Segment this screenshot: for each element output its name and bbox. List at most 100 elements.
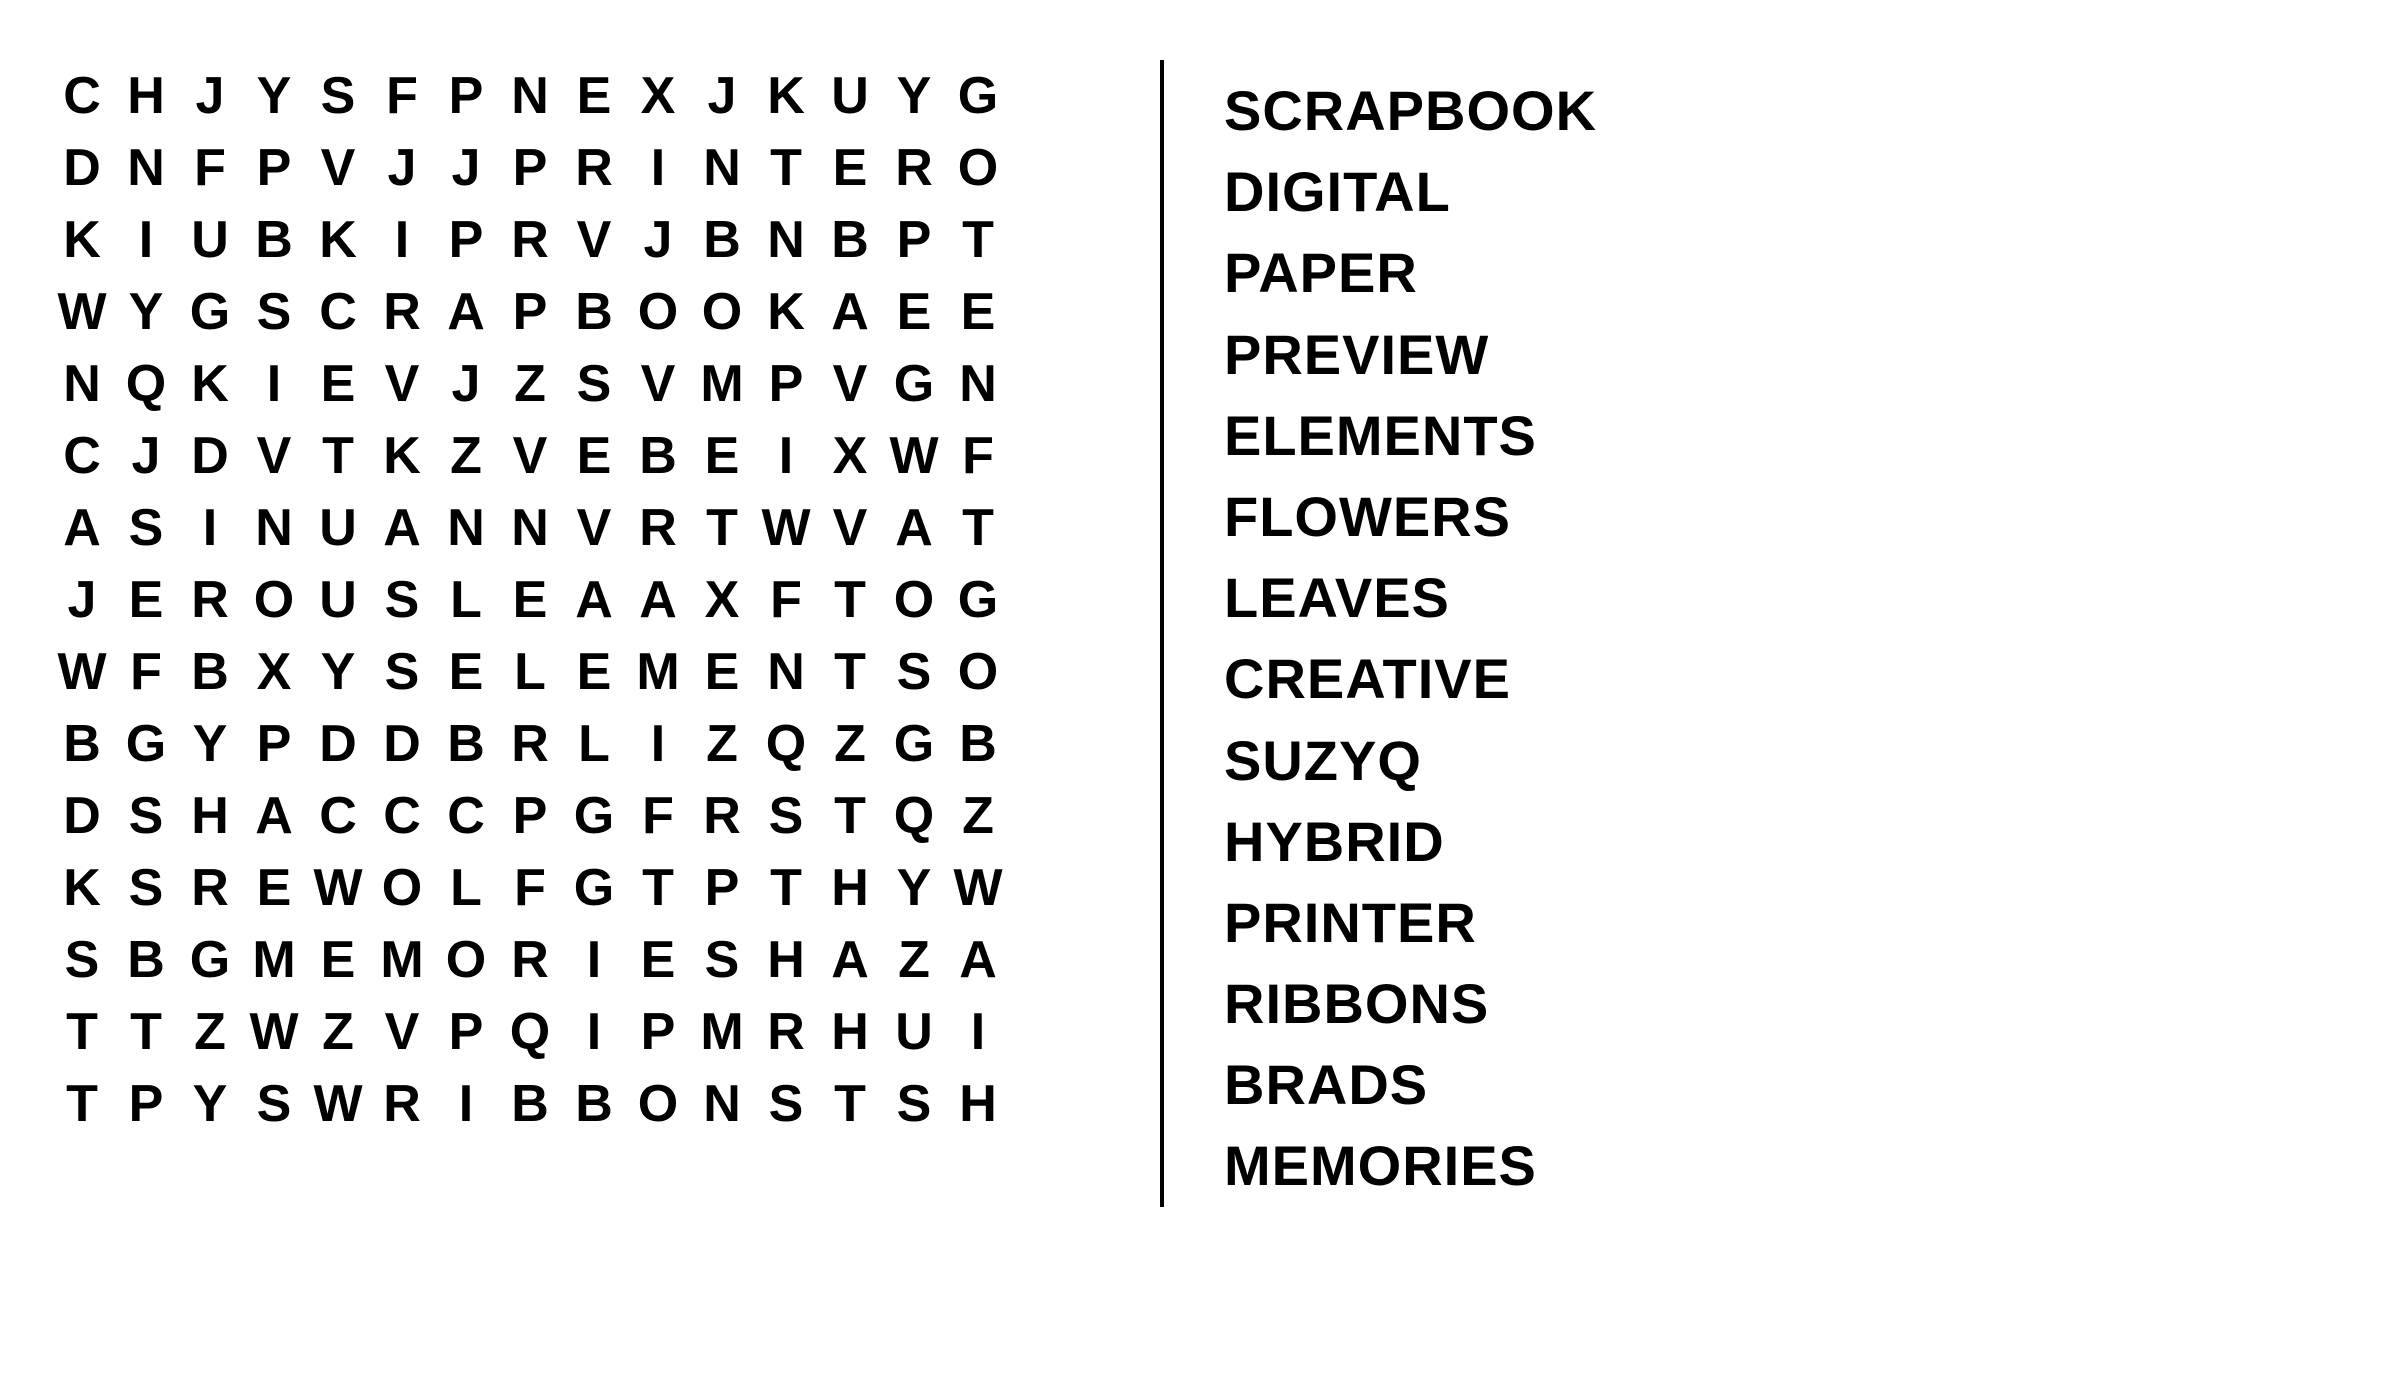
grid-cell: H: [754, 924, 818, 996]
word-list: SCRAPBOOKDIGITALPAPERPREVIEWELEMENTSFLOW…: [1224, 60, 2350, 1207]
grid-cell: P: [626, 996, 690, 1068]
grid-cell: Y: [178, 1068, 242, 1140]
grid-cell: V: [242, 420, 306, 492]
grid-cell: N: [50, 348, 114, 420]
grid-cell: X: [242, 636, 306, 708]
grid-cell: I: [242, 348, 306, 420]
grid-cell: B: [562, 1068, 626, 1140]
grid-cell: D: [178, 420, 242, 492]
grid-cell: P: [498, 780, 562, 852]
word-item: RIBBONS: [1224, 963, 2350, 1044]
grid-cell: L: [434, 564, 498, 636]
main-content: CHJYSFPNEXJKUYGDNFPVJJPRINTEROKIUBKIPRVJ…: [50, 60, 2350, 1207]
word-item: FLOWERS: [1224, 476, 2350, 557]
grid-cell: X: [818, 420, 882, 492]
word-item: SUZYQ: [1224, 720, 2350, 801]
grid-cell: L: [498, 636, 562, 708]
grid-cell: G: [562, 852, 626, 924]
grid-cell: V: [498, 420, 562, 492]
grid-cell: B: [434, 708, 498, 780]
grid-cell: B: [690, 204, 754, 276]
grid-cell: H: [114, 60, 178, 132]
grid-cell: A: [434, 276, 498, 348]
grid-cell: J: [178, 60, 242, 132]
grid-cell: J: [114, 420, 178, 492]
grid-cell: A: [818, 276, 882, 348]
grid-cell: I: [754, 420, 818, 492]
word-item: PAPER: [1224, 232, 2350, 313]
grid-cell: O: [626, 1068, 690, 1140]
grid-cell: Y: [306, 636, 370, 708]
grid-cell: K: [306, 204, 370, 276]
grid-cell: M: [690, 348, 754, 420]
grid-cell: Y: [882, 852, 946, 924]
grid-cell: Z: [498, 348, 562, 420]
grid-cell: P: [242, 708, 306, 780]
grid-cell: O: [370, 852, 434, 924]
grid-cell: T: [946, 204, 1010, 276]
grid-cell: N: [754, 636, 818, 708]
grid-cell: P: [882, 204, 946, 276]
grid-cell: E: [818, 132, 882, 204]
grid-cell: Y: [114, 276, 178, 348]
grid-cell: O: [434, 924, 498, 996]
grid-cell: S: [114, 492, 178, 564]
grid-cell: I: [626, 132, 690, 204]
grid-cell: U: [882, 996, 946, 1068]
grid-cell: W: [882, 420, 946, 492]
grid-cell: V: [370, 348, 434, 420]
grid-cell: M: [690, 996, 754, 1068]
grid-cell: Q: [882, 780, 946, 852]
grid-cell: A: [946, 924, 1010, 996]
grid-cell: B: [178, 636, 242, 708]
grid-cell: T: [690, 492, 754, 564]
grid-cell: F: [114, 636, 178, 708]
grid-cell: Z: [178, 996, 242, 1068]
grid-cell: C: [306, 780, 370, 852]
grid-cell: P: [498, 132, 562, 204]
grid-cell: U: [178, 204, 242, 276]
grid-cell: S: [242, 1068, 306, 1140]
grid-cell: K: [754, 60, 818, 132]
grid-cell: N: [242, 492, 306, 564]
word-search-grid: CHJYSFPNEXJKUYGDNFPVJJPRINTEROKIUBKIPRVJ…: [50, 60, 1100, 1140]
grid-cell: C: [306, 276, 370, 348]
grid-cell: T: [754, 132, 818, 204]
grid-cell: O: [946, 132, 1010, 204]
grid-cell: Z: [946, 780, 1010, 852]
grid-cell: P: [434, 204, 498, 276]
grid-cell: S: [882, 636, 946, 708]
grid-cell: V: [818, 492, 882, 564]
grid-cell: B: [626, 420, 690, 492]
grid-cell: V: [626, 348, 690, 420]
grid-cell: T: [50, 996, 114, 1068]
grid-cell: E: [306, 348, 370, 420]
grid-cell: F: [946, 420, 1010, 492]
grid-cell: A: [562, 564, 626, 636]
grid-cell: A: [242, 780, 306, 852]
grid-cell: M: [626, 636, 690, 708]
grid-cell: J: [690, 60, 754, 132]
grid-cell: R: [562, 132, 626, 204]
grid-cell: S: [114, 780, 178, 852]
grid-cell: S: [754, 780, 818, 852]
grid-cell: T: [50, 1068, 114, 1140]
grid-cell: D: [50, 132, 114, 204]
word-item: BRADS: [1224, 1044, 2350, 1125]
grid-cell: G: [562, 780, 626, 852]
grid-cell: L: [562, 708, 626, 780]
grid-cell: E: [690, 420, 754, 492]
grid-cell: L: [434, 852, 498, 924]
grid-cell: H: [818, 996, 882, 1068]
grid-cell: E: [562, 636, 626, 708]
grid-cell: C: [434, 780, 498, 852]
grid-cell: S: [306, 60, 370, 132]
grid-cell: T: [818, 1068, 882, 1140]
grid-cell: I: [114, 204, 178, 276]
grid-cell: Y: [882, 60, 946, 132]
grid-cell: A: [882, 492, 946, 564]
grid-cell: R: [498, 708, 562, 780]
grid-cell: C: [50, 420, 114, 492]
grid-cell: F: [626, 780, 690, 852]
grid-cell: O: [690, 276, 754, 348]
